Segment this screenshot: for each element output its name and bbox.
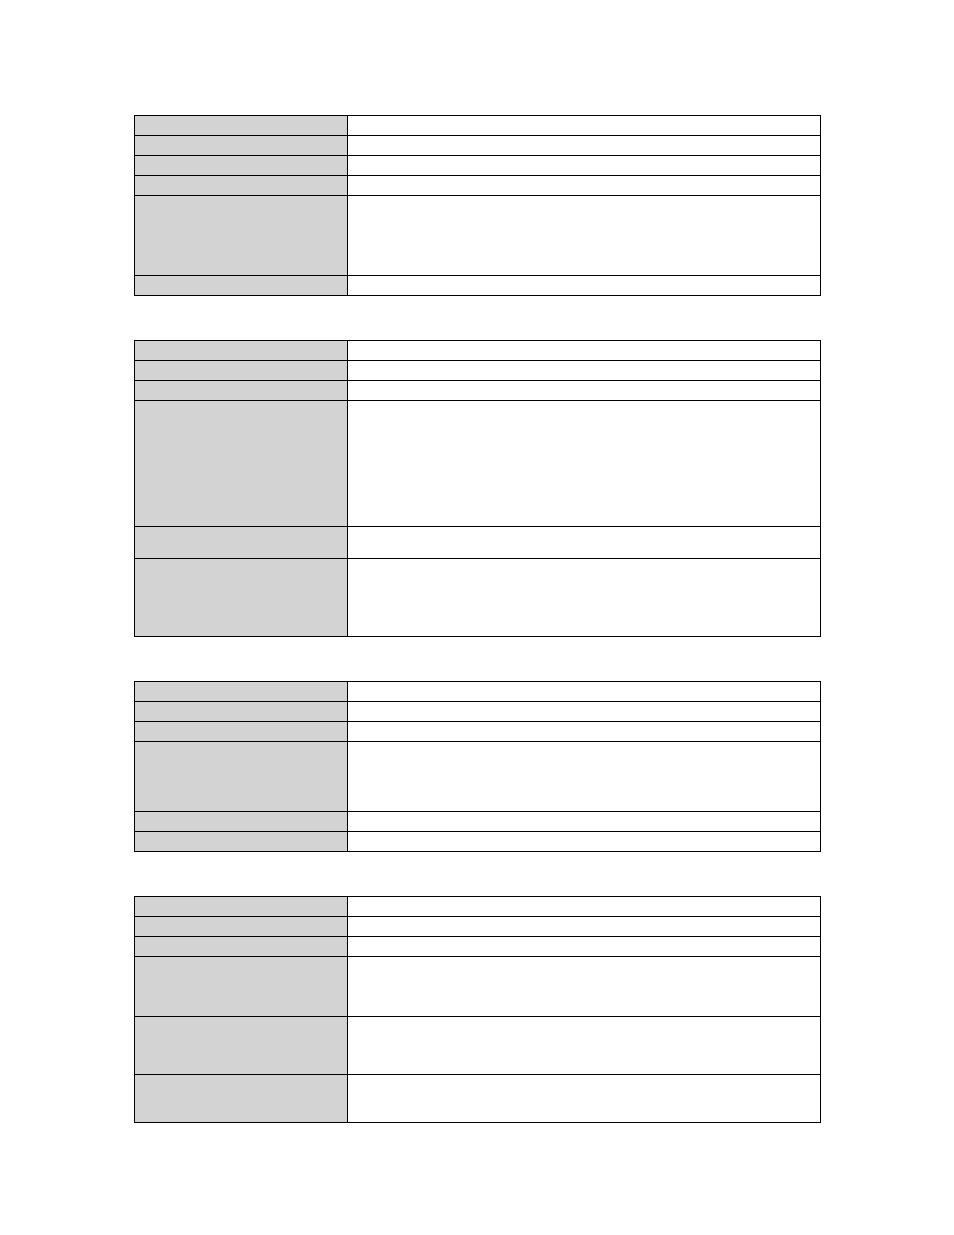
table-row xyxy=(135,722,820,742)
table-row xyxy=(135,832,820,852)
value-cell xyxy=(348,559,820,636)
table-row xyxy=(135,136,820,156)
label-cell xyxy=(135,136,348,155)
table-row xyxy=(135,742,820,812)
value-cell xyxy=(348,957,820,1016)
table-row xyxy=(135,156,820,176)
label-cell xyxy=(135,702,348,721)
label-cell xyxy=(135,722,348,741)
label-cell xyxy=(135,559,348,636)
table-row xyxy=(135,559,820,637)
value-cell xyxy=(348,381,820,400)
value-cell xyxy=(348,401,820,526)
value-cell xyxy=(348,136,820,155)
label-cell xyxy=(135,116,348,135)
label-cell xyxy=(135,1075,348,1122)
table-row xyxy=(135,527,820,559)
table-row xyxy=(135,381,820,401)
label-cell xyxy=(135,361,348,380)
value-cell xyxy=(348,832,820,851)
table-row xyxy=(135,341,820,361)
value-cell xyxy=(348,176,820,195)
label-cell xyxy=(135,527,348,558)
table-row xyxy=(135,702,820,722)
table-2 xyxy=(134,340,821,637)
label-cell xyxy=(135,957,348,1016)
document-page xyxy=(0,0,954,1235)
label-cell xyxy=(135,682,348,701)
label-cell xyxy=(135,196,348,275)
label-cell xyxy=(135,276,348,295)
label-cell xyxy=(135,832,348,851)
table-3 xyxy=(134,681,821,852)
label-cell xyxy=(135,156,348,175)
value-cell xyxy=(348,722,820,741)
label-cell xyxy=(135,341,348,360)
label-cell xyxy=(135,381,348,400)
label-cell xyxy=(135,401,348,526)
value-cell xyxy=(348,937,820,956)
label-cell xyxy=(135,742,348,811)
table-row xyxy=(135,276,820,296)
label-cell xyxy=(135,812,348,831)
table-row xyxy=(135,917,820,937)
table-row xyxy=(135,812,820,832)
table-row xyxy=(135,1075,820,1123)
label-cell xyxy=(135,917,348,936)
value-cell xyxy=(348,917,820,936)
label-cell xyxy=(135,897,348,916)
value-cell xyxy=(348,702,820,721)
value-cell xyxy=(348,1075,820,1122)
value-cell xyxy=(348,1017,820,1074)
table-row xyxy=(135,682,820,702)
table-row xyxy=(135,957,820,1017)
table-row xyxy=(135,196,820,276)
value-cell xyxy=(348,897,820,916)
table-row xyxy=(135,401,820,527)
value-cell xyxy=(348,812,820,831)
value-cell xyxy=(348,527,820,558)
table-row xyxy=(135,897,820,917)
value-cell xyxy=(348,742,820,811)
table-row xyxy=(135,176,820,196)
value-cell xyxy=(348,156,820,175)
label-cell xyxy=(135,176,348,195)
label-cell xyxy=(135,1017,348,1074)
value-cell xyxy=(348,361,820,380)
table-1 xyxy=(134,115,821,296)
value-cell xyxy=(348,341,820,360)
table-row xyxy=(135,937,820,957)
label-cell xyxy=(135,937,348,956)
table-4 xyxy=(134,896,821,1123)
value-cell xyxy=(348,276,820,295)
table-row xyxy=(135,1017,820,1075)
value-cell xyxy=(348,116,820,135)
table-row xyxy=(135,361,820,381)
value-cell xyxy=(348,196,820,275)
value-cell xyxy=(348,682,820,701)
table-row xyxy=(135,116,820,136)
